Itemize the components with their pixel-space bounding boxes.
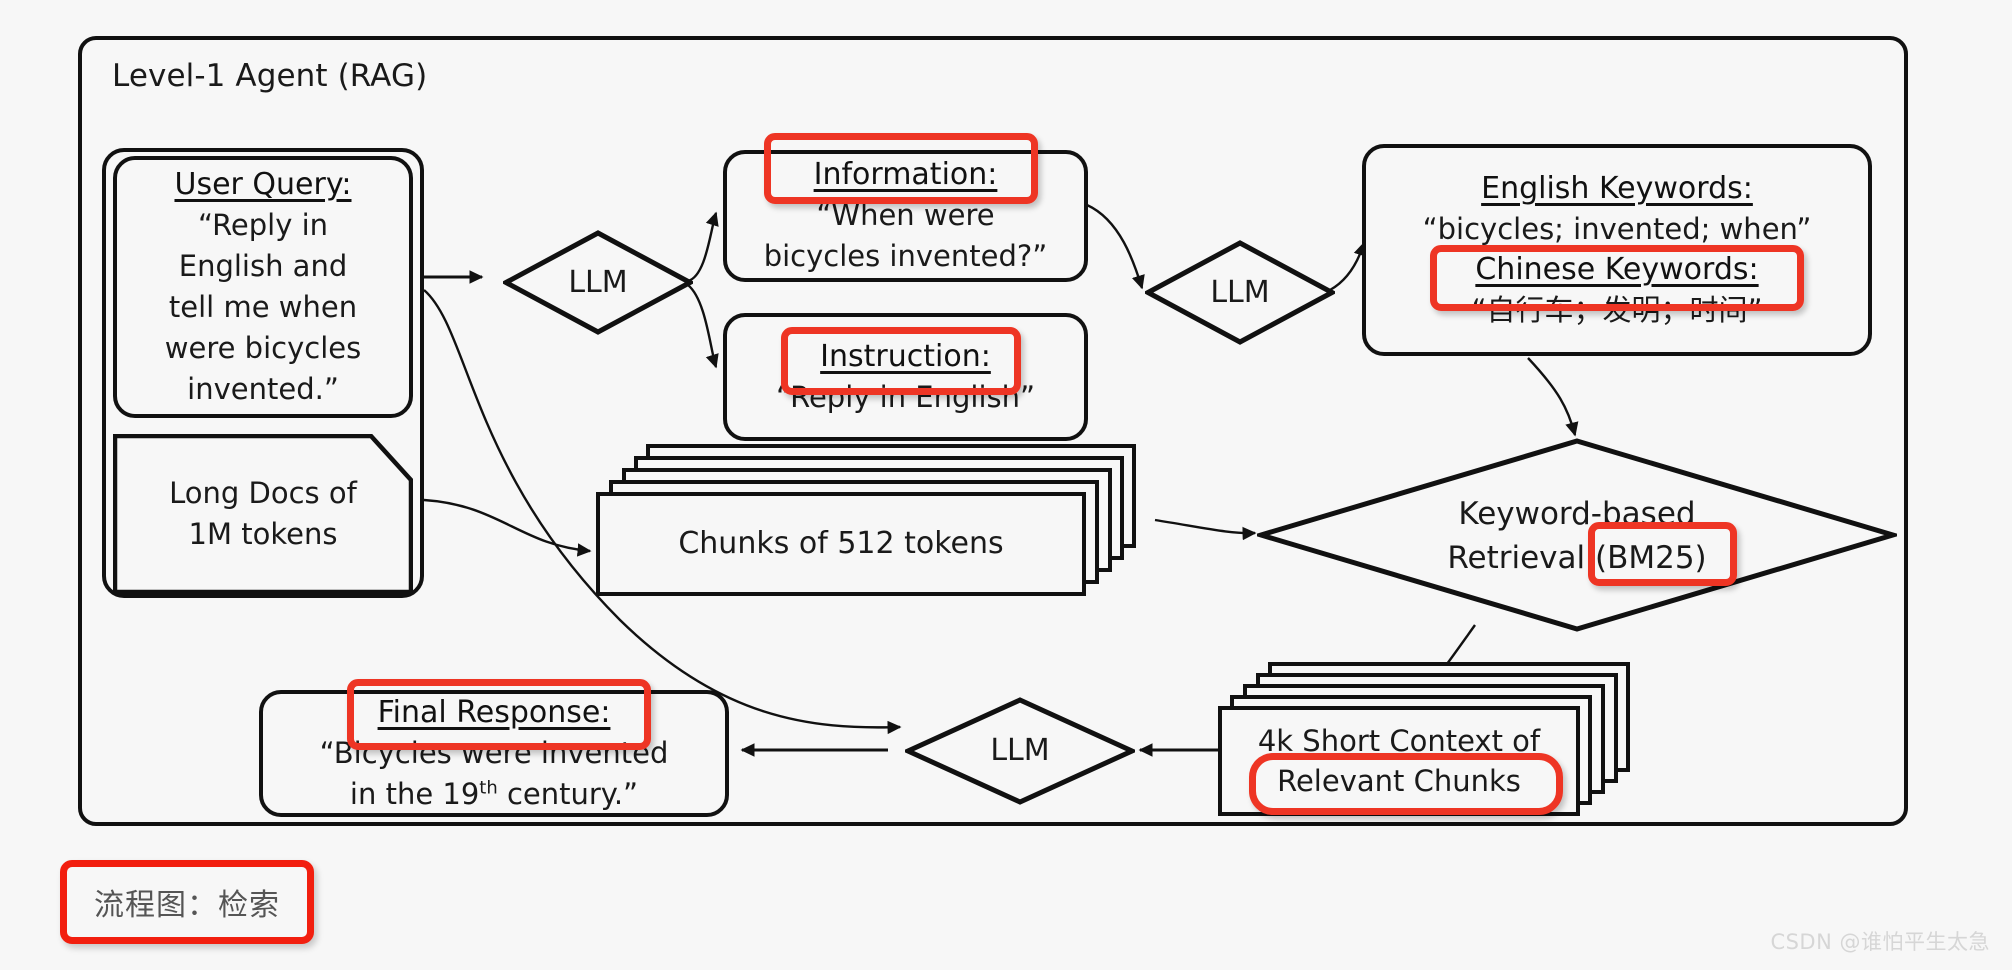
user-query-line-5: invented.” — [187, 371, 339, 406]
long-docs-line-2: 1M tokens — [188, 517, 338, 551]
diagram-canvas: Level-1 Agent (RAG) User Query: “Reply i… — [0, 0, 2012, 970]
llm-2-label: LLM — [1210, 274, 1270, 310]
final-response-header: Final Response: — [377, 694, 611, 730]
instruction-line-1: “Reply in English” — [775, 379, 1036, 414]
retrieval-line-2-prefix: Retrieval — [1447, 540, 1595, 576]
final-response-box: Final Response: “Bicycles were invented … — [259, 690, 729, 817]
container-title: Level-1 Agent (RAG) — [112, 58, 428, 94]
information-box: Information: “When were bicycles invente… — [723, 150, 1088, 282]
chunks-label: Chunks of 512 tokens — [678, 526, 1004, 561]
short-context-line-1: 4k Short Context of — [1257, 724, 1541, 758]
llm-1-label: LLM — [568, 264, 628, 300]
instruction-header: Instruction: — [820, 338, 991, 374]
retrieval-bm25-label: (BM25) — [1594, 540, 1707, 576]
final-response-line-2-b: century.” — [497, 776, 639, 811]
llm-node-2: LLM — [1142, 240, 1338, 345]
chinese-keywords-value: “自行车；发明；时间” — [1471, 293, 1763, 327]
chinese-keywords-header: Chinese Keywords: — [1475, 252, 1759, 287]
short-context-stack: 4k Short Context of Relevant Chunks — [1218, 662, 1638, 822]
final-response-line-1: “Bicycles were invented — [319, 735, 669, 770]
chunks-stack: Chunks of 512 tokens — [596, 444, 1156, 604]
user-query-line-2: English and — [178, 248, 348, 283]
information-line-1: “When were — [816, 198, 995, 232]
final-response-ordinal-suffix: th — [479, 776, 498, 798]
csdn-watermark: CSDN @谁怕平生太急 — [1770, 930, 1990, 954]
user-query-line-1: “Reply in — [197, 207, 329, 242]
final-response-line-2-a: in the 19 — [349, 776, 480, 811]
keywords-box: English Keywords: “bicycles; invented; w… — [1362, 144, 1872, 356]
long-docs-line-1: Long Docs of — [169, 476, 357, 510]
llm-node-1: LLM — [500, 230, 696, 335]
user-query-line-4: were bicycles — [164, 330, 362, 365]
english-keywords-value: “bicycles; invented; when” — [1422, 212, 1812, 246]
english-keywords-header: English Keywords: — [1481, 171, 1753, 206]
diagram-caption: 流程图：检索 — [60, 860, 314, 944]
user-query-line-3: tell me when — [168, 289, 358, 324]
keyword-retrieval-node: Keyword-based Retrieval (BM25) — [1252, 437, 1902, 633]
user-query-header: User Query: — [174, 166, 352, 202]
llm-3-label: LLM — [990, 733, 1050, 768]
information-header: Information: — [813, 157, 998, 192]
llm-node-3: LLM — [901, 697, 1139, 805]
instruction-box: Instruction: “Reply in English” — [723, 313, 1088, 441]
long-docs-box: Long Docs of 1M tokens — [113, 434, 413, 594]
user-query-box: User Query: “Reply in English and tell m… — [113, 156, 413, 418]
final-response-line-2: in the 19th century.” — [350, 774, 638, 815]
retrieval-line-1: Keyword-based — [1458, 496, 1696, 532]
information-line-2: bicycles invented?” — [763, 239, 1048, 273]
short-context-line-2: Relevant Chunks — [1277, 764, 1521, 798]
